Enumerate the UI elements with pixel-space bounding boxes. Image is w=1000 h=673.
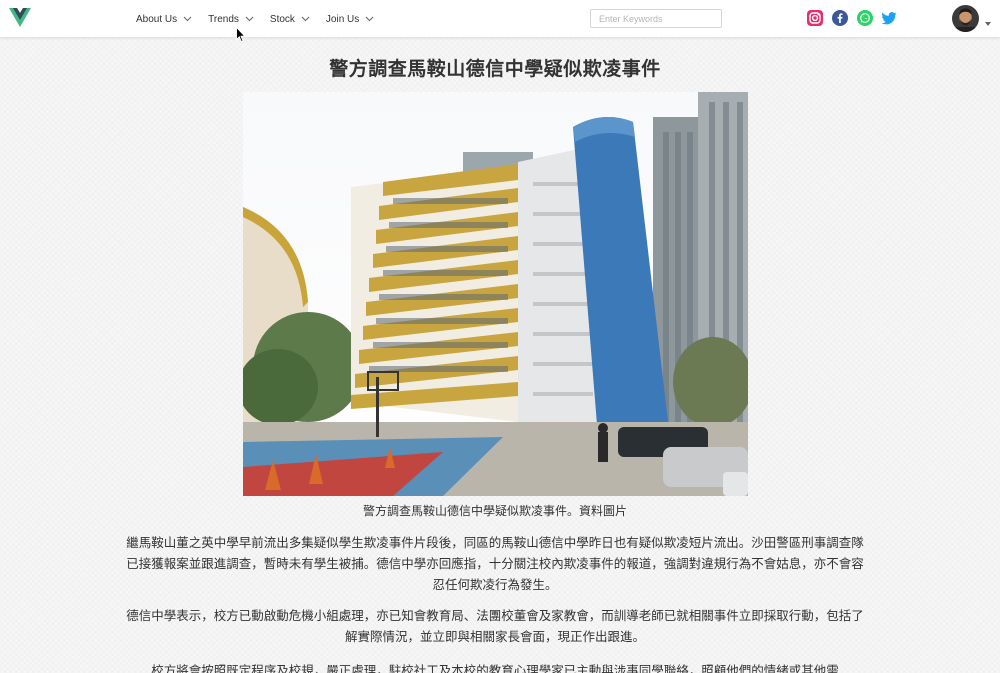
caret-down-icon[interactable] [985, 22, 991, 26]
twitter-icon[interactable] [881, 10, 897, 26]
instagram-icon[interactable] [807, 10, 823, 26]
chevron-down-icon [301, 16, 310, 22]
search-input[interactable] [590, 9, 722, 28]
article-paragraph: 校方將會按照既定程序及校規，嚴正處理，駐校社工及本校的教育心理學家已主動與涉事同… [151, 663, 839, 673]
school-building-photo [243, 92, 748, 496]
nav-label: Trends [208, 13, 239, 25]
nav-stock[interactable]: Stock [270, 0, 310, 38]
article-title: 警方調查馬鞍山德信中學疑似欺凌事件 [329, 58, 661, 80]
chevron-down-icon [183, 16, 192, 22]
whatsapp-icon[interactable] [857, 10, 873, 26]
chevron-down-icon [365, 16, 374, 22]
vue-logo-icon[interactable] [9, 8, 31, 28]
avatar-image [952, 5, 979, 32]
article-paragraph: 德信中學表示，校方已動啟動危機小組處理，亦已知會教育局、法團校董會及家教會，而訓… [126, 608, 864, 644]
nav-about-us[interactable]: About Us [136, 0, 192, 38]
nav-label: Stock [269, 13, 295, 25]
image-caption: 警方調查馬鞍山德信中學疑似欺凌事件。資料圖片 [362, 504, 627, 518]
nav-label: About Us [136, 13, 178, 25]
nav-label: Join Us [325, 13, 360, 25]
mouse-cursor-icon [236, 27, 246, 43]
nav-join-us[interactable]: Join Us [326, 0, 374, 38]
user-avatar[interactable] [952, 5, 979, 32]
chevron-down-icon [245, 16, 254, 22]
nav-trends[interactable]: Trends [208, 0, 254, 38]
top-navbar: About Us Trends Stock Join Us [0, 0, 1000, 38]
main-nav: About Us Trends Stock Join Us [136, 0, 390, 38]
facebook-icon[interactable] [832, 10, 848, 26]
article-paragraph: 繼馬鞍山董之英中學早前流出多集疑似學生欺凌事件片段後，同區的馬鞍山德信中學昨日也… [126, 535, 864, 592]
